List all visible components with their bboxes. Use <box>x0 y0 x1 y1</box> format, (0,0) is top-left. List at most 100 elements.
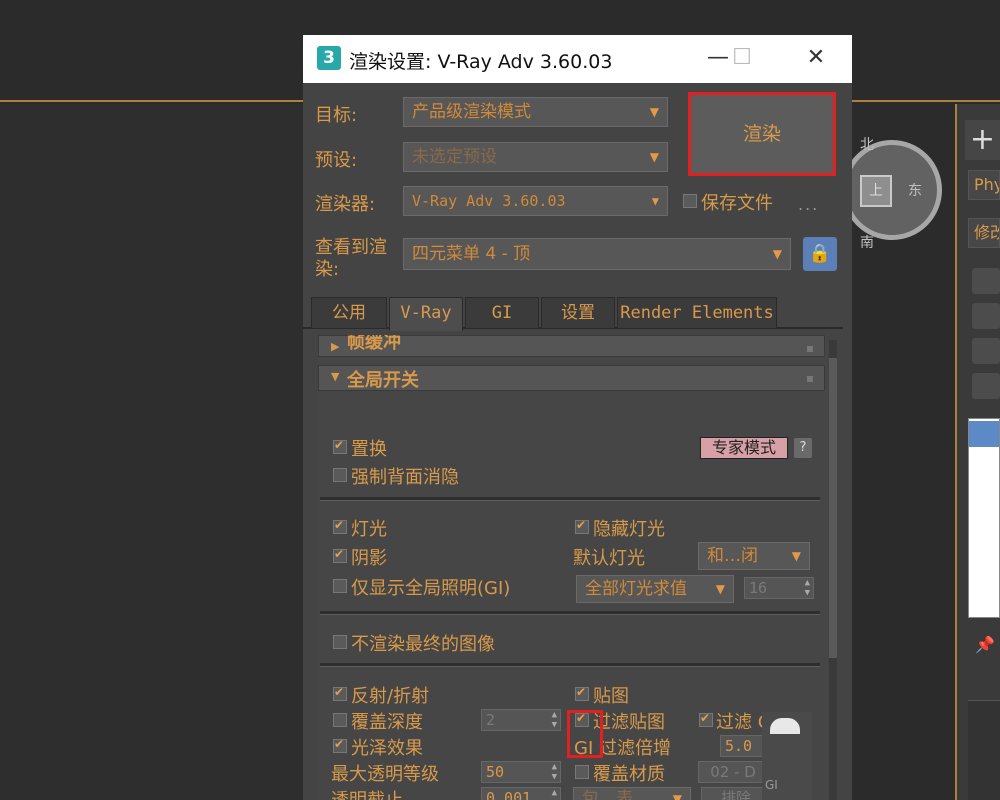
compass-ring[interactable] <box>842 140 942 240</box>
target-label: 目标: <box>315 105 358 126</box>
dropdown-arrow-icon: ▼ <box>649 105 659 119</box>
save-file-browse[interactable]: ... <box>798 195 819 214</box>
right-field-modify[interactable]: 修改 <box>968 218 1000 248</box>
viewport-left <box>0 104 305 800</box>
dont-render-final-label: 不渲染最终的图像 <box>351 634 495 655</box>
rollout-pin-icon: ▪ <box>805 341 814 355</box>
max-transp-levels-spinner[interactable]: 50 ▲ ▼ <box>481 761 561 783</box>
transp-cutoff-value: 0.001 <box>486 789 532 800</box>
right-button-2[interactable] <box>972 303 1000 329</box>
modifier-list-selected[interactable] <box>969 421 999 447</box>
hidden-lights-checkbox[interactable] <box>575 518 589 534</box>
compass-north: 北 <box>860 137 874 153</box>
lights-count-spinner[interactable]: 16 ▲ ▼ <box>744 577 814 599</box>
override-depth-label: 覆盖深度 <box>351 712 423 733</box>
preset-label: 预设: <box>315 150 358 171</box>
right-button-4[interactable] <box>972 373 1000 399</box>
tab-common[interactable]: 公用 <box>311 297 387 329</box>
tab-render-elements[interactable]: Render Elements <box>617 297 777 329</box>
glossy-effects-label: 光泽效果 <box>351 738 423 759</box>
displacement-checkbox[interactable] <box>333 438 347 454</box>
right-button-1[interactable] <box>972 268 1000 294</box>
exclude-button[interactable]: 排除 <box>701 787 771 800</box>
modifier-list[interactable] <box>968 418 1000 618</box>
dropdown-arrow-icon: ▼ <box>791 549 801 563</box>
transp-cutoff-label: 透明截止 <box>331 786 403 800</box>
render-button[interactable]: 渲染 <box>688 92 836 176</box>
filter-maps-label: 过滤贴图 <box>593 712 665 733</box>
3dsmax-app-icon: 3 <box>317 46 341 70</box>
override-material-button[interactable]: 02 - D <box>698 761 768 783</box>
viewport-border-left <box>0 100 305 102</box>
light-eval-value: 全部灯光求值 <box>585 579 687 599</box>
include-exclude-value: 包…表 <box>582 789 633 800</box>
maps-label: 贴图 <box>593 686 629 707</box>
spinner-arrows-icon: ▲▼ <box>551 788 557 800</box>
dont-render-final-checkbox[interactable] <box>333 635 347 649</box>
hidden-lights-label: 隐藏灯光 <box>593 519 665 540</box>
rollout-global-switches-title: 全局开关 <box>347 370 419 391</box>
override-depth-checkbox[interactable] <box>333 713 347 727</box>
transp-cutoff-spinner[interactable]: 0.001 ▲▼ <box>481 787 561 800</box>
gi-filter-multiplier-value: 5.0 <box>725 737 753 755</box>
save-file-checkbox[interactable] <box>683 194 697 208</box>
title-bar[interactable]: 3 渲染设置: V-Ray Adv 3.60.03 — ☐ ✕ <box>303 35 852 83</box>
lock-icon[interactable]: 🔒 <box>803 237 837 271</box>
view-to-render-dropdown[interactable]: 四元菜单 4 - 顶 ▼ <box>403 238 791 270</box>
view-to-render-label-2: 染: <box>315 259 340 280</box>
renderer-dropdown[interactable]: V-Ray Adv 3.60.03 ▼ <box>403 186 668 216</box>
target-dropdown[interactable]: 产品级渲染模式 ▼ <box>403 97 668 127</box>
shadows-checkbox[interactable] <box>333 547 347 563</box>
force-backface-checkbox[interactable] <box>333 468 347 482</box>
separator <box>320 663 820 667</box>
viewport-border-right <box>852 100 1000 102</box>
rollout-global-switches[interactable]: ▼ 全局开关 ▪ <box>318 365 825 391</box>
filter-gi-checkbox[interactable] <box>699 711 713 727</box>
show-gi-only-checkbox[interactable] <box>333 579 347 593</box>
viewcube-face[interactable]: 上 <box>860 175 892 207</box>
tab-settings[interactable]: 设置 <box>541 297 615 329</box>
rollout-scrollbar[interactable] <box>829 340 837 800</box>
show-gi-only-label: 仅显示全局照明(GI) <box>351 578 511 599</box>
close-icon[interactable]: ✕ <box>793 35 839 83</box>
maps-checkbox[interactable] <box>575 685 589 701</box>
override-depth-value: 2 <box>486 711 496 729</box>
override-material-label: 覆盖材质 <box>593 764 665 785</box>
help-icon[interactable]: ? <box>794 438 812 458</box>
lights-count-value: 16 <box>749 579 768 597</box>
reflection-refraction-checkbox[interactable] <box>333 685 347 701</box>
right-button-3[interactable] <box>972 338 1000 364</box>
compass-south: 南 <box>860 235 874 251</box>
reflection-refraction-label: 反射/折射 <box>351 686 430 707</box>
spinner-arrows-icon: ▲▼ <box>551 710 557 730</box>
spinner-arrows-icon: ▲▼ <box>804 578 810 598</box>
preset-value: 未选定预设 <box>412 147 497 167</box>
view-value: 四元菜单 4 - 顶 <box>412 244 531 264</box>
lights-label: 灯光 <box>351 519 387 540</box>
preset-dropdown[interactable]: 未选定预设 ▼ <box>403 142 668 172</box>
tab-vray[interactable]: V-Ray <box>389 297 463 331</box>
light-eval-dropdown[interactable]: 全部灯光求值 ▼ <box>576 575 734 603</box>
dropdown-arrow-icon: ▼ <box>651 194 659 208</box>
scrollbar-thumb[interactable] <box>829 358 837 658</box>
expert-mode-button[interactable]: 专家模式 <box>700 437 788 459</box>
save-file-label: 保存文件 <box>701 193 773 214</box>
default-lights-dropdown[interactable]: 和…闭 ▼ <box>698 542 810 570</box>
dropdown-arrow-icon: ▼ <box>649 150 659 164</box>
maximize-icon[interactable]: ☐ <box>719 35 765 83</box>
include-exclude-dropdown[interactable]: 包…表 ▼ <box>573 787 691 800</box>
tab-gi[interactable]: GI <box>465 297 539 329</box>
override-depth-spinner[interactable]: 2 ▲ ▼ <box>481 709 561 731</box>
lights-checkbox[interactable] <box>333 518 347 534</box>
separator <box>320 611 820 615</box>
target-value: 产品级渲染模式 <box>412 102 531 122</box>
glossy-effects-checkbox[interactable] <box>333 737 347 753</box>
rollout-frame-buffer[interactable]: ▶ 帧缓冲 ▪ <box>318 335 825 357</box>
override-material-checkbox[interactable] <box>575 765 589 779</box>
shadows-label: 阴影 <box>351 548 387 569</box>
right-field-phy[interactable]: Phy <box>968 170 1000 200</box>
create-plus-icon[interactable]: + <box>965 120 1000 160</box>
force-backface-label: 强制背面消隐 <box>351 467 459 488</box>
dialog-title: 渲染设置: V-Ray Adv 3.60.03 <box>349 51 613 73</box>
pin-icon[interactable]: 📌 <box>975 635 995 654</box>
